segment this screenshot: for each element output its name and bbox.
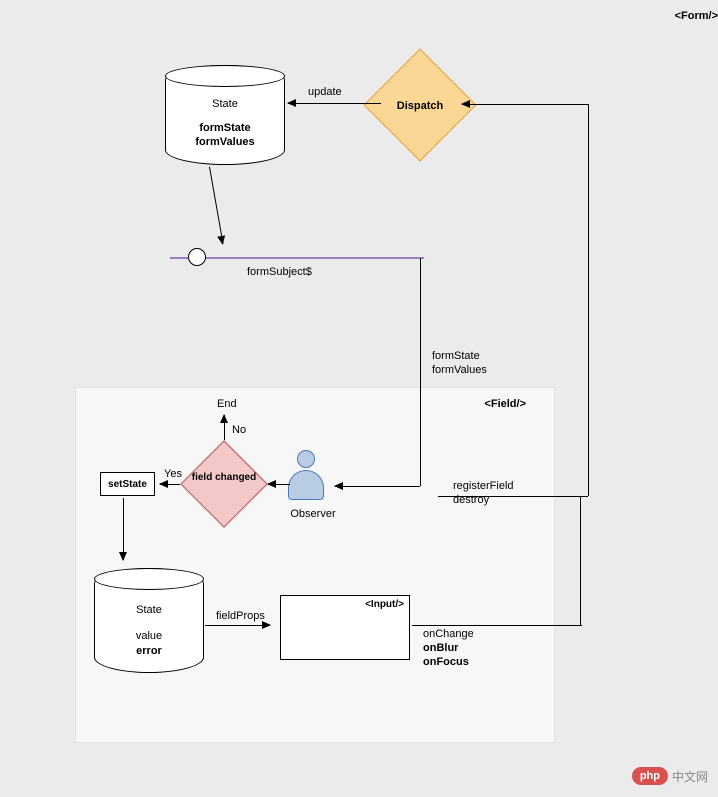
arrow-setstate-to-state — [123, 498, 124, 560]
line-onchange-h — [412, 625, 582, 626]
watermark-text: 中文网 — [672, 768, 708, 785]
field-changed-label: field changed — [188, 472, 260, 484]
state-bottom-value: value — [95, 630, 203, 642]
field-container: <Field/> — [75, 387, 555, 743]
form-component-tag: <Form/> — [675, 10, 718, 22]
registerfield-label: registerField — [453, 480, 514, 492]
input-component-tag: <Input/> — [365, 599, 404, 610]
onblur-label: onBlur — [423, 642, 458, 654]
arrow-update — [288, 103, 381, 104]
state-store-bottom: State value error — [94, 568, 204, 673]
yes-label: Yes — [164, 468, 182, 480]
onfocus-label: onFocus — [423, 656, 469, 668]
observer-label: Observer — [288, 508, 338, 520]
line-register-v — [588, 104, 589, 496]
state-bottom-title: State — [95, 604, 203, 616]
flow-formvalues-label: formValues — [432, 364, 487, 376]
subject-circle — [188, 248, 206, 266]
line-register-top — [462, 104, 588, 105]
state-top-formvalues: formValues — [166, 136, 284, 148]
input-component-box: <Input/> — [280, 595, 410, 660]
state-top-formstate: formState — [166, 122, 284, 134]
watermark-logo: php 中文网 — [632, 767, 708, 785]
state-store-top: State formState formValues — [165, 65, 285, 165]
line-onchange-v — [580, 497, 581, 625]
state-top-title: State — [166, 98, 284, 110]
flow-formstate-label: formState — [432, 350, 480, 362]
onchange-label: onChange — [423, 628, 474, 640]
observer-head-icon — [297, 450, 315, 468]
observer-actor — [288, 450, 324, 500]
dispatch-label: Dispatch — [380, 100, 460, 112]
arrow-fieldchanged-to-end — [224, 415, 225, 440]
state-bottom-error: error — [95, 645, 203, 657]
no-label: No — [232, 424, 246, 436]
watermark-badge: php — [632, 767, 668, 785]
arrow-fieldchanged-to-setstate — [160, 484, 180, 485]
destroy-label: destroy — [453, 494, 489, 506]
line-subject-observer-v — [420, 258, 421, 486]
fieldprops-label: fieldProps — [216, 610, 265, 622]
update-label: update — [308, 86, 342, 98]
end-label: End — [217, 398, 237, 410]
arrow-observer-to-fieldchanged — [268, 484, 290, 485]
arrow-state-to-input — [205, 625, 270, 626]
field-component-tag: <Field/> — [484, 398, 526, 410]
form-subject-line — [170, 257, 424, 259]
observer-body-icon — [288, 470, 324, 500]
setstate-box: setState — [100, 472, 155, 496]
line-subject-observer-h — [335, 486, 420, 487]
form-subject-label: formSubject$ — [247, 266, 312, 278]
arrow-state-to-subject — [209, 167, 224, 244]
